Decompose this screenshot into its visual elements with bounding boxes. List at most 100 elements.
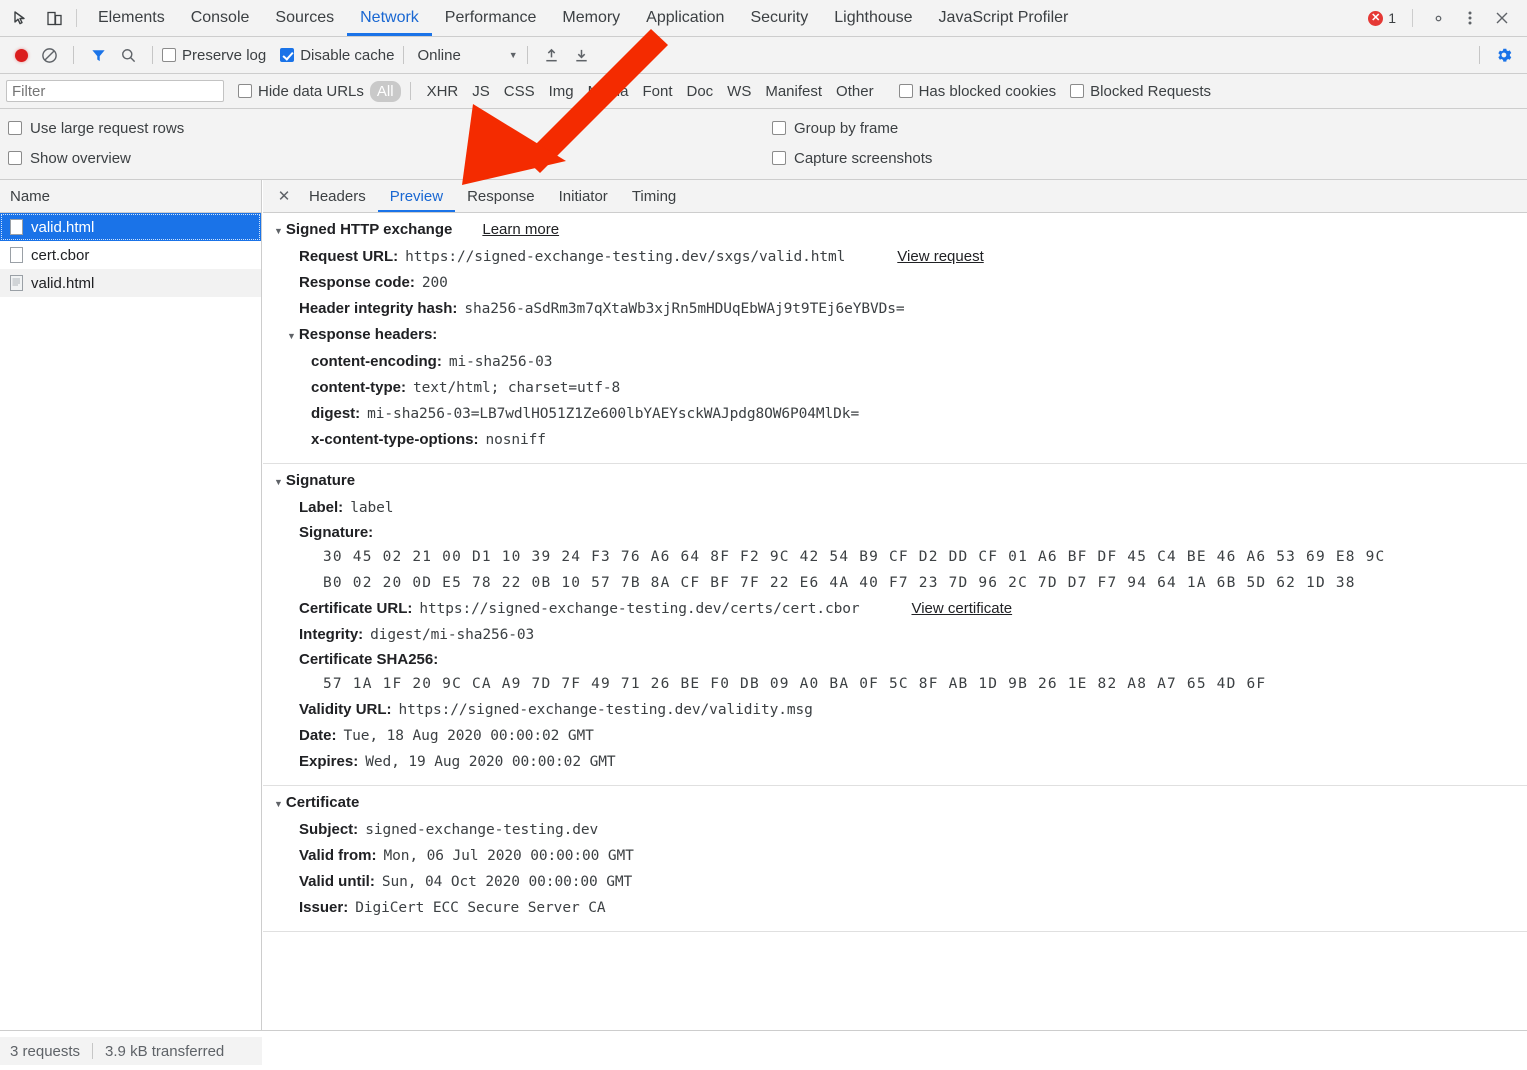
blocked-requests-label: Blocked Requests [1090, 83, 1211, 100]
export-har-icon[interactable] [567, 40, 597, 70]
tab-javascript-profiler[interactable]: JavaScript Profiler [926, 0, 1082, 36]
tab-lighthouse[interactable]: Lighthouse [821, 0, 925, 36]
request-list-column-header[interactable]: Name [0, 180, 261, 213]
response-headers-header[interactable]: ▼Response headers: [263, 322, 1527, 349]
disclosure-triangle-icon[interactable]: ▼ [274, 799, 283, 809]
header-row-x-content-type-options: x-content-type-options: nosniff [263, 427, 1527, 453]
close-detail-icon[interactable]: ✕ [271, 183, 297, 209]
has-blocked-cookies-checkbox[interactable]: Has blocked cookies [899, 83, 1057, 100]
use-large-request-rows-checkbox[interactable]: Use large request rows [8, 113, 184, 143]
inspect-element-icon[interactable] [6, 4, 34, 32]
disable-cache-label: Disable cache [300, 47, 394, 64]
show-overview-checkbox[interactable]: Show overview [8, 143, 184, 173]
record-button[interactable] [8, 42, 34, 68]
request-row-valid-html-1[interactable]: valid.html [0, 213, 261, 241]
detail-tab-initiator[interactable]: Initiator [547, 180, 620, 212]
blocked-requests-checkbox[interactable]: Blocked Requests [1070, 83, 1211, 100]
request-row-valid-html-2[interactable]: valid.html [0, 269, 261, 297]
header-integrity-key: Header integrity hash: [299, 299, 457, 319]
header-value: nosniff [485, 430, 545, 450]
import-har-icon[interactable] [537, 40, 567, 70]
section-certificate: ▼Certificate Subject: signed-exchange-te… [263, 786, 1527, 932]
disclosure-triangle-icon[interactable]: ▼ [274, 477, 283, 487]
group-by-frame-checkbox[interactable]: Group by frame [772, 113, 932, 143]
options-right-column: Group by frame Capture screenshots [772, 113, 932, 173]
view-certificate-link[interactable]: View certificate [911, 599, 1012, 619]
throttling-select[interactable]: Online ▼ [417, 47, 517, 64]
tab-elements[interactable]: Elements [85, 0, 178, 36]
learn-more-link[interactable]: Learn more [482, 221, 559, 238]
detail-tab-response[interactable]: Response [455, 180, 547, 212]
preserve-log-checkbox[interactable]: Preserve log [162, 47, 266, 64]
validity-url-key: Validity URL: [299, 700, 392, 720]
view-request-link[interactable]: View request [897, 247, 983, 267]
group-by-frame-label: Group by frame [794, 120, 898, 137]
detail-tab-label: Headers [309, 188, 366, 205]
type-label: Img [549, 83, 574, 100]
signature-section-header[interactable]: ▼Signature [263, 472, 1527, 489]
device-toolbar-icon[interactable] [40, 4, 68, 32]
filter-input[interactable] [6, 80, 224, 102]
hide-data-urls-checkbox[interactable]: Hide data URLs [238, 83, 364, 100]
type-filter-doc[interactable]: Doc [679, 81, 720, 102]
document-text-icon [10, 275, 23, 291]
detail-tab-timing[interactable]: Timing [620, 180, 688, 212]
error-icon: ✕ [1368, 11, 1383, 26]
type-label: All [377, 83, 394, 100]
issuer-value: DigiCert ECC Secure Server CA [355, 898, 605, 918]
type-filter-manifest[interactable]: Manifest [758, 81, 829, 102]
capture-screenshots-checkbox[interactable]: Capture screenshots [772, 143, 932, 173]
tab-sources[interactable]: Sources [262, 0, 347, 36]
type-filter-ws[interactable]: WS [720, 81, 758, 102]
certificate-section-header[interactable]: ▼Certificate [263, 794, 1527, 811]
hide-data-urls-label: Hide data URLs [258, 83, 364, 100]
type-filter-other[interactable]: Other [829, 81, 881, 102]
tab-network[interactable]: Network [347, 0, 432, 36]
show-overview-label: Show overview [30, 150, 131, 167]
disclosure-triangle-icon[interactable]: ▼ [287, 331, 296, 341]
devtools-tabstrip: Elements Console Sources Network Perform… [0, 0, 1527, 37]
validity-url-value: https://signed-exchange-testing.dev/vali… [399, 700, 813, 720]
row-header-integrity-hash: Header integrity hash: sha256-aSdRm3m7qX… [263, 296, 1527, 322]
search-icon[interactable] [113, 40, 143, 70]
error-count-badge[interactable]: ✕ 1 [1368, 10, 1396, 26]
certificate-url-key: Certificate URL: [299, 599, 412, 619]
close-devtools-icon[interactable] [1487, 3, 1517, 33]
header-value: text/html; charset=utf-8 [413, 378, 620, 398]
settings-gear-icon[interactable] [1423, 3, 1453, 33]
type-filter-img[interactable]: Img [542, 81, 581, 102]
sxg-section-header[interactable]: ▼Signed HTTP exchange Learn more [263, 221, 1527, 238]
disclosure-triangle-icon[interactable]: ▼ [274, 226, 283, 236]
type-filter-font[interactable]: Font [635, 81, 679, 102]
type-filter-js[interactable]: JS [465, 81, 497, 102]
type-label: Other [836, 83, 874, 100]
type-filter-css[interactable]: CSS [497, 81, 542, 102]
tab-performance[interactable]: Performance [432, 0, 550, 36]
document-icon [10, 247, 23, 263]
cert-sha256-key: Certificate SHA256: [263, 648, 1527, 671]
preview-content: ▼Signed HTTP exchange Learn more Request… [263, 213, 1527, 1030]
type-filter-xhr[interactable]: XHR [420, 81, 466, 102]
checkbox-box [280, 48, 294, 62]
tab-console[interactable]: Console [178, 0, 263, 36]
tabstrip-actions: ✕ 1 [1368, 3, 1527, 33]
tab-label: Sources [275, 9, 334, 27]
tab-memory[interactable]: Memory [549, 0, 633, 36]
request-row-cert-cbor[interactable]: cert.cbor [0, 241, 261, 269]
requests-count-label: 3 requests [10, 1043, 80, 1060]
detail-tab-headers[interactable]: Headers [297, 180, 378, 212]
valid-from-value: Mon, 06 Jul 2020 00:00:00 GMT [384, 846, 634, 866]
header-integrity-value: sha256-aSdRm3m7qXtaWb3xjRn5mHDUqEbWAj9t9… [464, 299, 904, 319]
tab-label: JavaScript Profiler [939, 9, 1069, 27]
network-settings-gear-icon[interactable] [1489, 40, 1519, 70]
clear-button[interactable] [34, 40, 64, 70]
detail-tab-preview[interactable]: Preview [378, 180, 455, 212]
type-filter-all[interactable]: All [370, 81, 401, 102]
type-filter-media[interactable]: Media [581, 81, 636, 102]
filter-funnel-icon[interactable] [83, 40, 113, 70]
checkbox-box [8, 121, 22, 135]
tab-application[interactable]: Application [633, 0, 737, 36]
more-options-icon[interactable] [1455, 3, 1485, 33]
tab-security[interactable]: Security [737, 0, 821, 36]
disable-cache-checkbox[interactable]: Disable cache [280, 47, 394, 64]
